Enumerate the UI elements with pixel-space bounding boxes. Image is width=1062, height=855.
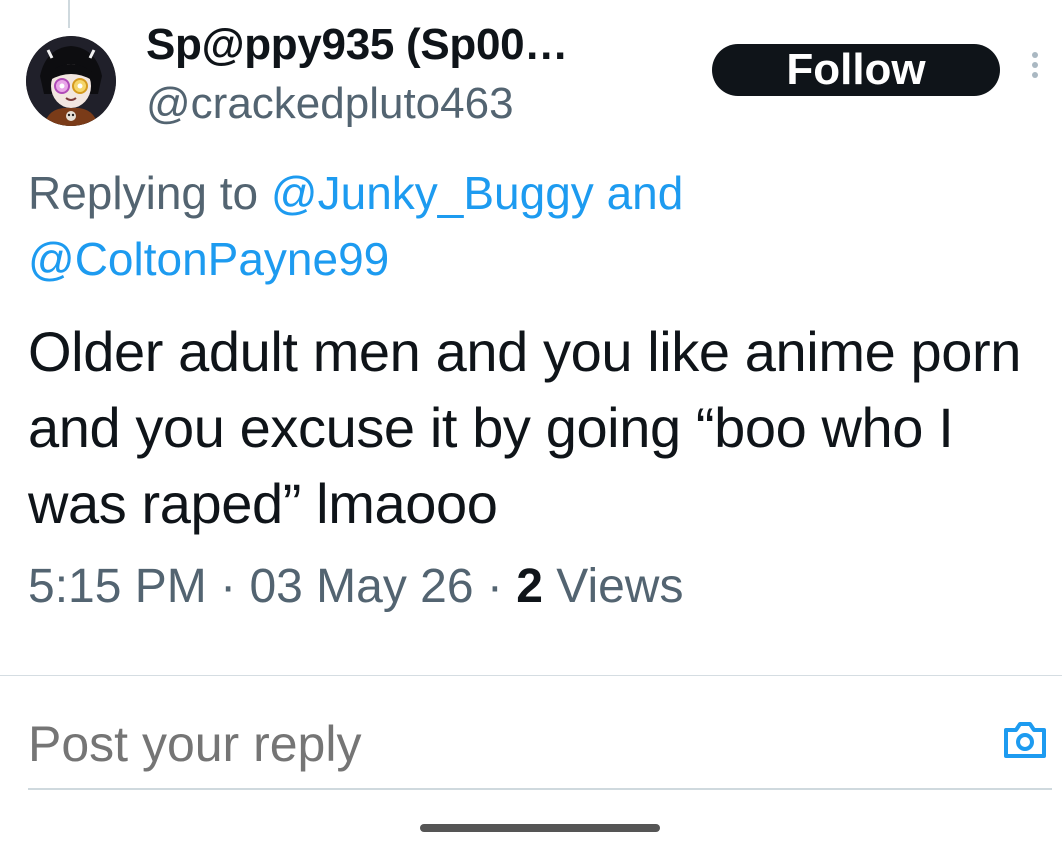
meta-separator: · [220, 560, 237, 613]
author-display-name[interactable]: Sp@ppy935 (Sp00… [146, 14, 568, 76]
reply-context: Replying to @Junky_Buggy and @ColtonPayn… [28, 160, 1028, 292]
anime-avatar-icon [26, 36, 116, 126]
more-vertical-icon[interactable] [1025, 52, 1045, 88]
divider [0, 675, 1062, 676]
views-label: Views [556, 560, 684, 613]
tweet-metadata: 5:15 PM · 03 May 26 · 2 Views [28, 554, 683, 620]
avatar[interactable] [26, 36, 116, 126]
meta-separator: · [486, 560, 503, 613]
home-indicator[interactable] [420, 824, 660, 832]
follow-button[interactable]: Follow [712, 44, 1000, 96]
tweet-time[interactable]: 5:15 PM [28, 560, 207, 613]
views-count: 2 [516, 560, 543, 613]
mention-junky-buggy[interactable]: @Junky_Buggy [271, 167, 594, 219]
mention-colton-payne[interactable]: @ColtonPayne99 [28, 233, 389, 285]
author-handle[interactable]: @crackedpluto463 [146, 74, 514, 134]
camera-icon[interactable] [1002, 718, 1048, 760]
reply-input[interactable] [28, 712, 928, 776]
tweet-date[interactable]: 03 May 26 [249, 560, 473, 613]
thread-line [68, 0, 70, 28]
tweet-text: Older adult men and you like anime porn … [28, 320, 1021, 535]
reply-input-underline [28, 788, 1052, 790]
replying-to-label: Replying to [28, 167, 259, 219]
mention-connector: and [606, 167, 684, 219]
